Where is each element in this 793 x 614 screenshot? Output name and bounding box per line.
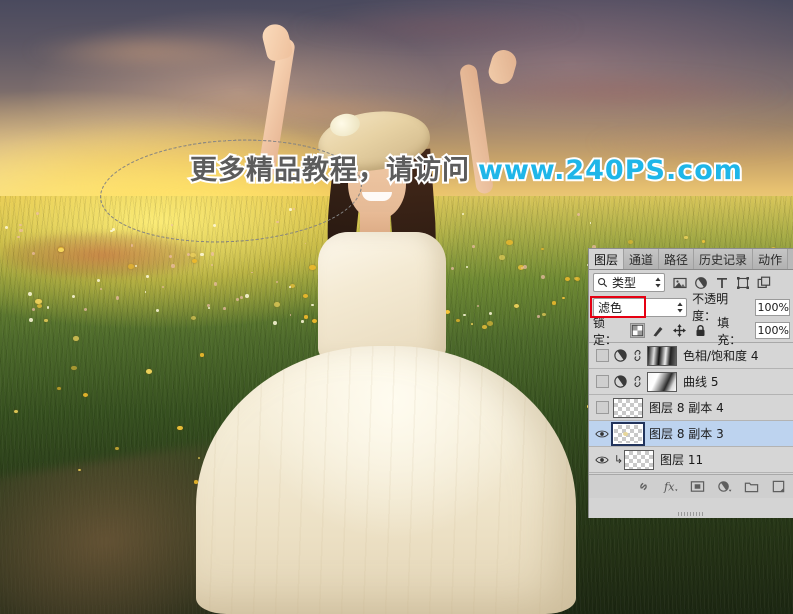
- layer-list[interactable]: 色相/饱和度 4 曲线 5 图层 8 副本 4 图层 8 副本 3 ↳ 图层 11↳ 图层 …: [589, 343, 793, 474]
- panel-tab-label: 图层: [594, 252, 619, 267]
- chevron-updown-icon[interactable]: [654, 276, 662, 289]
- left-hand: [260, 21, 294, 63]
- link-layers-icon[interactable]: [636, 479, 651, 494]
- watermark-text-cn: 更多精品教程，请访问: [188, 153, 471, 188]
- layer-name: 图层 8 副本 4: [649, 401, 724, 415]
- lock-icon-group[interactable]: [630, 323, 708, 338]
- dress-folds: [196, 346, 576, 614]
- filter-type-select[interactable]: 类型: [593, 273, 665, 292]
- panel-tab-3[interactable]: 历史记录: [694, 249, 754, 269]
- lock-position-icon[interactable]: [672, 323, 687, 338]
- layer-filter-row[interactable]: 类型: [589, 270, 793, 295]
- panel-tab-label: 通道: [629, 252, 654, 267]
- type-filter-icon[interactable]: [715, 276, 729, 290]
- opacity-label: 不透明度：: [692, 292, 729, 323]
- panel-tab-4[interactable]: 动作: [753, 249, 789, 269]
- panel-tab-label: 路径: [664, 252, 689, 267]
- layer-thumbnail[interactable]: [624, 449, 654, 470]
- smile: [362, 192, 392, 201]
- lock-row[interactable]: 锁定： 填充： 100%: [589, 316, 793, 347]
- layer-style-fx-icon[interactable]: fx: [663, 479, 678, 494]
- panel-resize-grip[interactable]: [678, 512, 704, 516]
- watermark: 更多精品教程，请访问 www.240PS.com: [188, 148, 744, 188]
- layer-visibility-toggle[interactable]: [591, 455, 613, 465]
- adjustment-filter-icon[interactable]: [694, 276, 708, 290]
- panel-tab-2[interactable]: 路径: [659, 249, 695, 269]
- chevron-updown-icon[interactable]: [676, 301, 684, 314]
- blend-mode-select[interactable]: 滤色: [593, 297, 688, 317]
- filter-kind-icons[interactable]: [669, 276, 771, 290]
- layer-thumbnail[interactable]: [613, 397, 643, 418]
- shape-filter-icon[interactable]: [736, 276, 750, 290]
- layer-visibility-toggle[interactable]: [591, 401, 613, 414]
- lock-all-icon[interactable]: [693, 323, 708, 338]
- opacity-input[interactable]: 100%: [754, 298, 790, 316]
- panel-tab-0[interactable]: 图层: [589, 249, 625, 269]
- clipping-mask-icon: ↳: [613, 453, 624, 466]
- blend-mode-row[interactable]: 滤色 不透明度： 100%: [589, 292, 793, 323]
- panel-tab-label: 历史记录: [699, 252, 748, 267]
- panel-tab-strip[interactable]: 图层 通道 路径 历史记录 动作: [589, 249, 793, 270]
- layer-thumbnail[interactable]: [613, 423, 643, 444]
- fill-input[interactable]: 100%: [754, 322, 790, 339]
- layer-row[interactable]: 曲线 5: [589, 369, 793, 395]
- layer-row[interactable]: 图层 8 副本 3: [589, 421, 793, 447]
- layers-panel-footer[interactable]: fx: [589, 474, 793, 516]
- layer-visibility-toggle[interactable]: [591, 375, 613, 388]
- new-group-icon[interactable]: [744, 479, 759, 494]
- layer-row[interactable]: ↳ 图层 11: [589, 447, 793, 473]
- layer-mask-thumbnail[interactable]: [647, 345, 677, 366]
- filter-type-label: 类型: [612, 276, 637, 290]
- layer-name: 色相/饱和度 4: [683, 349, 759, 363]
- watermark-text-url: www.240PS.com: [476, 153, 744, 188]
- pixel-filter-icon[interactable]: [673, 276, 687, 290]
- search-icon: [598, 278, 608, 288]
- lock-transparency-icon[interactable]: [630, 323, 646, 338]
- opacity-value: 100%: [757, 300, 789, 314]
- layer-visibility-toggle[interactable]: [591, 429, 613, 439]
- eye-off-icon: [595, 401, 609, 414]
- layers-panel[interactable]: 图层 通道 路径 历史记录 动作 类型 滤色 不透明度： 100% 锁定： 填充…: [588, 248, 793, 518]
- fill-value: 100%: [757, 324, 789, 337]
- photoshop-screenshot: 更多精品教程，请访问 www.240PS.com 图层 通道 路径 历史记录 动作 类型: [0, 0, 793, 614]
- layer-name: 图层 11: [660, 453, 704, 467]
- new-layer-icon[interactable]: [771, 479, 786, 494]
- eye-off-icon: [595, 349, 609, 362]
- layer-mask-thumbnail[interactable]: [647, 371, 677, 392]
- dress-bodice: [318, 232, 446, 360]
- layer-name: 图层 8 副本 3: [649, 427, 724, 441]
- add-layer-mask-icon[interactable]: [690, 479, 705, 494]
- blend-mode-value: 滤色: [598, 300, 623, 315]
- smart-object-filter-icon[interactable]: [757, 276, 771, 290]
- panel-tab-label: 动作: [758, 252, 783, 267]
- layer-visibility-toggle[interactable]: [591, 349, 613, 362]
- panel-tab-1[interactable]: 通道: [624, 249, 660, 269]
- eye-off-icon: [595, 375, 609, 388]
- new-adjustment-layer-icon[interactable]: [717, 479, 732, 494]
- layer-name: 曲线 5: [683, 375, 719, 389]
- right-hand: [485, 47, 520, 87]
- layer-row[interactable]: 图层 8 副本 4: [589, 395, 793, 421]
- lock-image-icon[interactable]: [651, 323, 666, 338]
- svg-text:fx: fx: [663, 481, 675, 494]
